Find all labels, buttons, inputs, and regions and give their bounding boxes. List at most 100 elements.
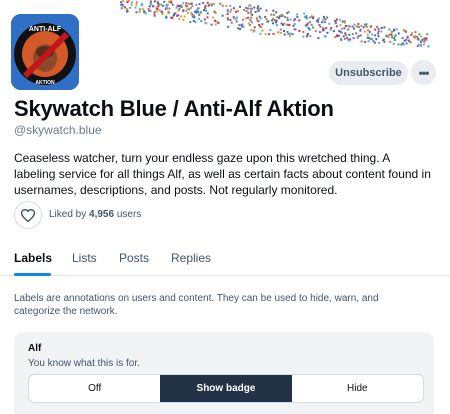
banner-dot: [135, 1, 138, 4]
banner-dot: [229, 4, 232, 7]
banner-dot: [369, 26, 372, 28]
banner-dot: [324, 18, 327, 21]
banner-dot: [355, 32, 358, 35]
banner-dot: [319, 25, 322, 28]
banner-dot: [150, 0, 152, 3]
banner-dot: [168, 7, 171, 10]
banner-dot: [162, 4, 165, 7]
banner-dot: [371, 37, 374, 40]
banner-dot: [247, 16, 250, 19]
banner-dot: [130, 1, 133, 4]
banner-dot: [392, 42, 395, 45]
banner-dot: [319, 31, 321, 34]
tab-lists[interactable]: Lists: [72, 251, 97, 265]
banner-dot: [343, 27, 346, 30]
banner-dot: [239, 27, 241, 30]
banner-dot: [245, 6, 247, 9]
banner-dot: [160, 10, 163, 13]
banner-dot: [179, 4, 182, 7]
banner-dot: [278, 15, 281, 18]
banner-dot: [227, 25, 230, 28]
banner-dot: [421, 38, 424, 41]
banner-dot: [360, 40, 363, 43]
banner-dot: [245, 17, 248, 20]
banner-dot: [249, 19, 252, 21]
label-option-off[interactable]: Off: [29, 375, 160, 402]
banner-dot: [178, 18, 181, 21]
label-option-hide[interactable]: Hide: [292, 375, 423, 402]
banner-dot: [219, 2, 222, 5]
banner-dot: [364, 41, 367, 43]
banner-dot: [158, 9, 161, 12]
banner-dot: [423, 43, 425, 46]
banner-dot: [206, 12, 209, 15]
banner-dot: [270, 13, 273, 16]
banner-dot: [135, 11, 138, 14]
banner-dot: [143, 10, 146, 13]
label-option-show-badge[interactable]: Show badge: [160, 375, 292, 402]
banner-dot: [233, 16, 235, 19]
banner-dot: [356, 36, 359, 39]
banner-dot: [328, 22, 331, 25]
banner-dot: [258, 15, 261, 18]
banner-dot: [340, 39, 343, 42]
profile-tabs: Labels Lists Posts Replies: [0, 240, 450, 276]
banner-dot: [166, 3, 169, 6]
tab-replies[interactable]: Replies: [171, 251, 211, 265]
banner-dot: [153, 13, 156, 16]
profile-avatar[interactable]: ANTI-ALF AKTION: [11, 14, 79, 90]
banner-dot: [388, 33, 391, 36]
banner-dot: [289, 32, 292, 35]
banner-dot: [275, 19, 278, 22]
banner-dot: [303, 12, 306, 15]
label-card: Alf You know what this is for. Off Show …: [14, 332, 434, 414]
banner-dot: [206, 1, 209, 4]
banner-dot: [393, 29, 396, 32]
banner-dot: [191, 15, 194, 18]
label-description: You know what this is for.: [28, 358, 140, 369]
banner-dot: [351, 25, 354, 28]
banner-dot: [204, 5, 207, 7]
banner-dot: [190, 12, 193, 14]
banner-dot: [321, 21, 324, 24]
banner-dot: [176, 4, 179, 7]
tab-posts[interactable]: Posts: [119, 251, 149, 265]
banner-dot: [130, 3, 133, 6]
banner-dot: [367, 29, 370, 32]
banner-dot: [253, 6, 256, 9]
banner-dot: [377, 30, 380, 33]
unsubscribe-button[interactable]: Unsubscribe: [329, 61, 408, 85]
banner-dot: [409, 41, 412, 44]
banner-dot: [353, 23, 356, 26]
banner-dot: [153, 11, 156, 14]
banner-dot: [397, 43, 400, 46]
banner-dot: [241, 25, 243, 28]
banner-dot: [335, 34, 338, 37]
tab-labels[interactable]: Labels: [14, 251, 52, 265]
banner-dot: [236, 16, 238, 19]
more-options-button[interactable]: •••: [411, 60, 436, 85]
banner-dot: [185, 2, 188, 5]
banner-dot: [206, 16, 209, 19]
banner-dot: [268, 33, 271, 36]
banner-dot: [170, 1, 173, 4]
banner-dot: [203, 9, 206, 11]
banner-dot: [256, 19, 259, 22]
banner-dot: [138, 8, 141, 11]
banner-dot: [249, 7, 252, 10]
banner-dot: [374, 28, 377, 31]
banner-dot: [125, 8, 128, 11]
banner-dot: [213, 10, 216, 13]
banner-dot: [277, 31, 280, 34]
banner-dot: [291, 33, 294, 36]
banner-dot: [238, 24, 241, 26]
banner-dot: [204, 6, 207, 9]
banner-dot: [247, 7, 249, 10]
banner-dot: [423, 37, 426, 40]
profile-title: Skywatch Blue / Anti-Alf Aktion: [14, 96, 334, 121]
banner-dot: [347, 28, 350, 31]
banner-dot: [395, 28, 398, 31]
like-button[interactable]: [14, 201, 42, 229]
banner-dot: [247, 11, 250, 14]
likes-count-text[interactable]: Liked by 4,956 users: [49, 209, 141, 220]
